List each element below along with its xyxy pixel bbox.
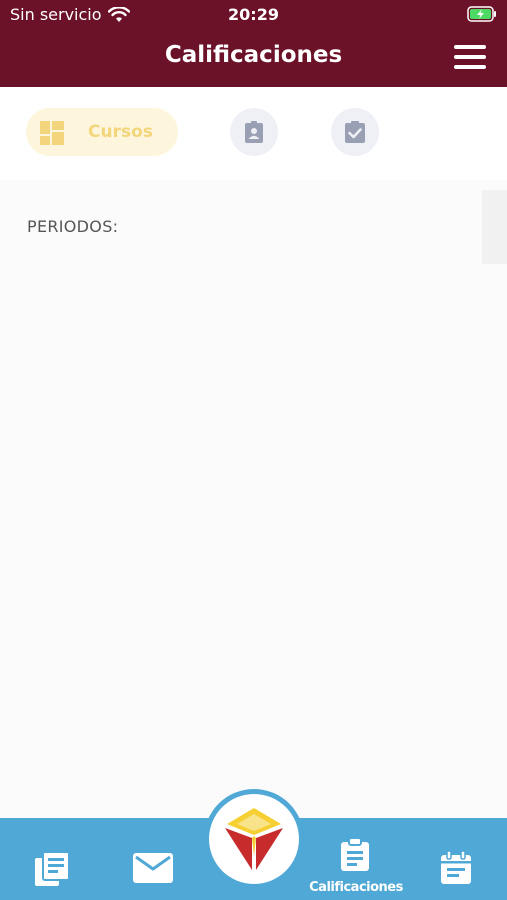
- page-title: Calificaciones: [164, 42, 343, 68]
- tab-badge[interactable]: [230, 108, 278, 156]
- news-icon[interactable]: [34, 851, 70, 887]
- nav-label-calificaciones[interactable]: Calificaciones: [302, 880, 410, 895]
- badge-icon: [245, 121, 263, 143]
- grid-icon: [40, 121, 64, 145]
- battery-charging-icon: [467, 6, 496, 22]
- tab-tasks[interactable]: [331, 108, 379, 156]
- status-bar: Sin servicio 20:29: [0, 0, 507, 30]
- logo-icon: [225, 808, 283, 870]
- periods-label: PERIODOS:: [27, 217, 119, 236]
- horizontal-scroll-track[interactable]: [482, 190, 507, 264]
- calendar-icon[interactable]: [440, 851, 472, 885]
- section-tabs: Cursos: [0, 87, 507, 180]
- clipboard-icon[interactable]: [340, 838, 370, 872]
- home-logo-button[interactable]: [204, 789, 304, 889]
- clipboard-check-icon: [345, 121, 365, 143]
- tab-cursos[interactable]: Cursos: [26, 108, 178, 156]
- hamburger-menu-icon[interactable]: [454, 45, 486, 69]
- logo-badge: [209, 794, 299, 884]
- tab-cursos-label: Cursos: [88, 122, 153, 142]
- status-time: 20:29: [228, 5, 279, 24]
- app-header: Sin servicio 20:29 Calificaciones: [0, 0, 507, 87]
- mail-icon[interactable]: [133, 852, 173, 884]
